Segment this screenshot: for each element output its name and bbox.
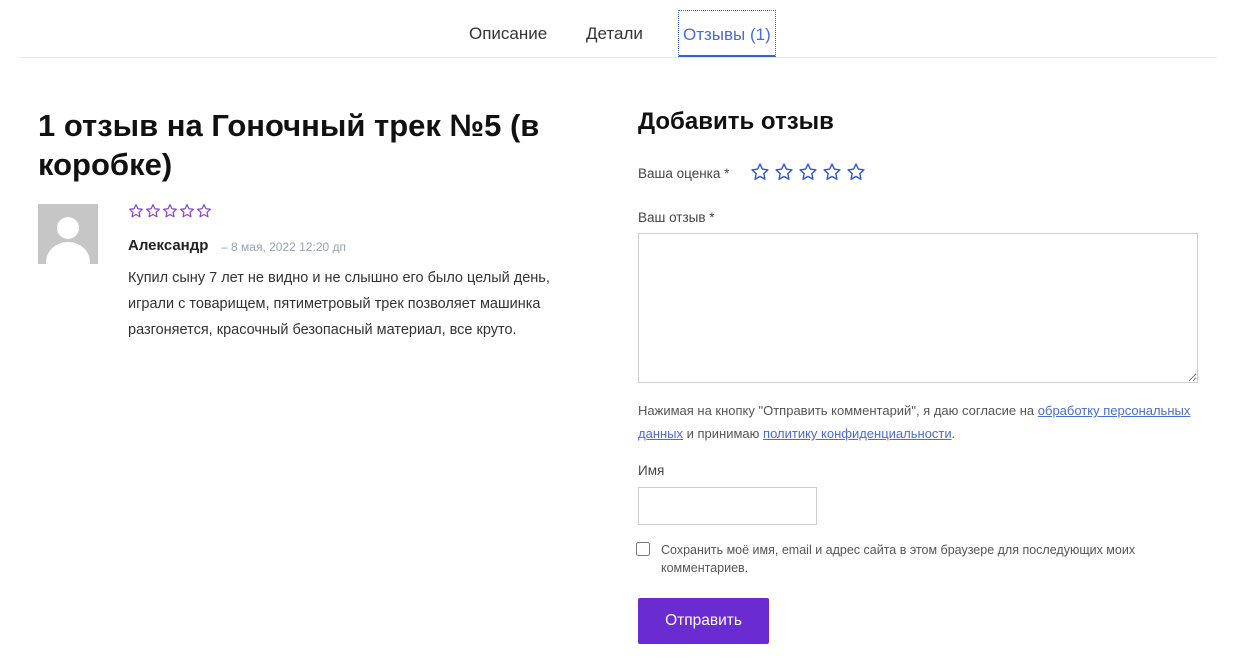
review-date: – 8 мая, 2022 12:20 дп xyxy=(221,240,346,254)
review-text: Купил сыну 7 лет не видно и не слышно ег… xyxy=(128,270,550,338)
star-icon xyxy=(196,203,212,224)
tab-details[interactable]: Детали xyxy=(586,10,643,57)
form-title: Добавить отзыв xyxy=(638,108,834,135)
consent-text: Нажимая на кнопку "Отправить комментарий… xyxy=(638,399,1198,445)
review-author: Александр xyxy=(128,237,209,254)
reviews-title: 1 отзыв на Гоночный трек №5 (в коробке) xyxy=(38,108,540,182)
product-tabs: Описание Детали Отзывы (1) xyxy=(18,0,1217,58)
save-info-checkbox[interactable] xyxy=(636,542,650,556)
rating-star-2-icon[interactable] xyxy=(774,162,794,182)
name-input[interactable] xyxy=(638,487,817,525)
name-label: Имя xyxy=(638,463,665,478)
tab-reviews[interactable]: Отзывы (1) xyxy=(678,10,776,57)
review-textarea[interactable] xyxy=(638,233,1198,383)
rating-star-5-icon[interactable] xyxy=(846,162,866,182)
rating-label: Ваша оценка * xyxy=(638,166,730,181)
consent-suffix: . xyxy=(951,426,956,441)
rating-star-selector xyxy=(750,162,866,182)
star-icon xyxy=(162,203,178,224)
consent-prefix: Нажимая на кнопку "Отправить комментарий… xyxy=(638,403,1038,418)
privacy-policy-link[interactable]: политику конфиденциальности xyxy=(763,426,952,441)
rating-star-3-icon[interactable] xyxy=(798,162,818,182)
tab-description[interactable]: Описание xyxy=(469,10,547,57)
rating-star-1-icon[interactable] xyxy=(750,162,770,182)
star-icon xyxy=(145,203,161,224)
rating-star-4-icon[interactable] xyxy=(822,162,842,182)
star-icon xyxy=(128,203,144,224)
user-placeholder-icon xyxy=(38,204,98,264)
consent-middle: и принимаю xyxy=(683,426,764,441)
submit-button[interactable]: Отправить xyxy=(638,598,769,644)
star-icon xyxy=(179,203,195,224)
save-info-label: Сохранить моё имя, email и адрес сайта в… xyxy=(661,543,1136,575)
review-star-rating xyxy=(128,203,212,224)
review-label: Ваш отзыв * xyxy=(638,210,715,225)
